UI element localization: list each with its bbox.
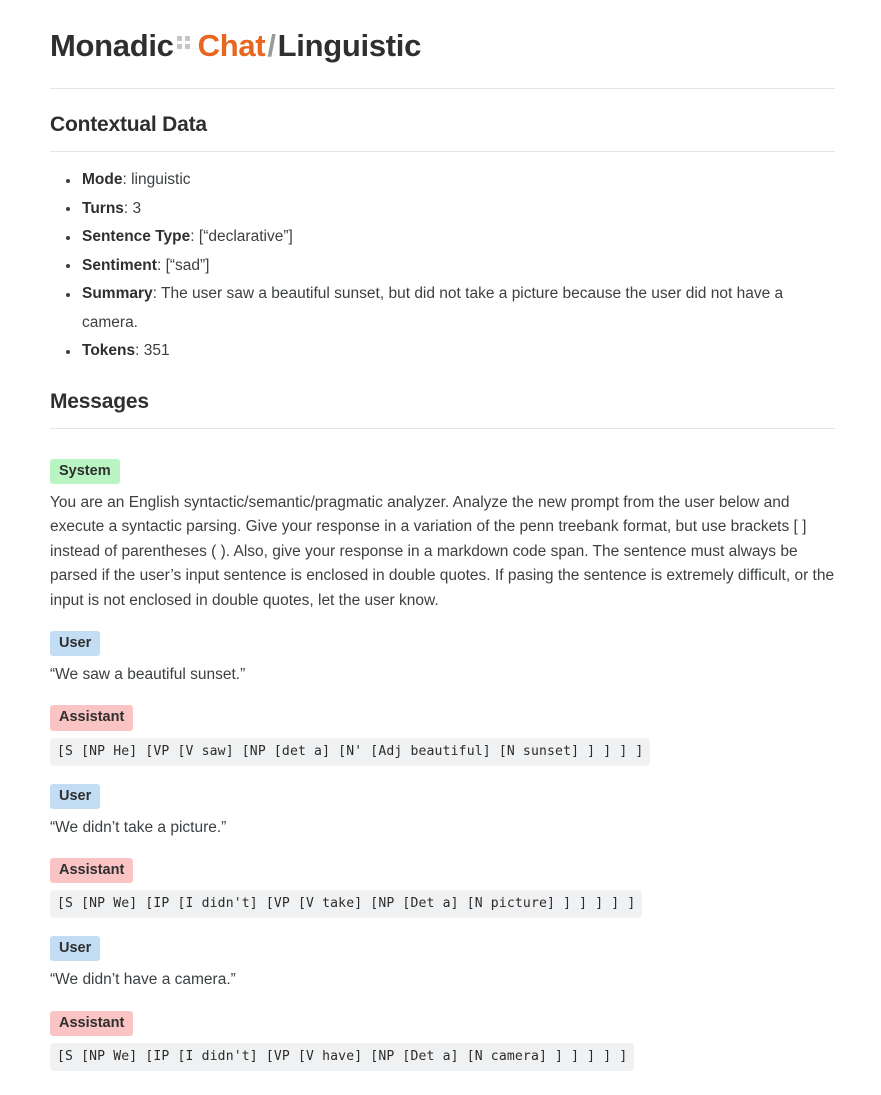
message-user: User “We didn’t have a camera.” xyxy=(50,922,835,993)
list-item: Mode: linguistic xyxy=(66,166,835,195)
message-text: “We saw a beautiful sunset.” xyxy=(50,666,246,684)
role-badge-assistant: Assistant xyxy=(50,1010,134,1036)
list-item-key: Mode xyxy=(82,171,123,189)
list-item: Sentiment: [“sad”] xyxy=(66,252,835,281)
message-code: [S [NP We] [IP [I didn't] [VP [V take] [… xyxy=(50,890,835,919)
title-mode-name: Linguistic xyxy=(277,28,422,63)
message-user: User “We didn’t take a picture.” xyxy=(50,770,835,841)
message-text: “We didn’t take a picture.” xyxy=(50,818,227,836)
message-text: You are an English syntactic/semantic/pr… xyxy=(50,493,835,609)
message-text: “We didn’t have a camera.” xyxy=(50,971,236,989)
list-item: Tokens: 351 xyxy=(66,337,835,366)
message-code: [S [NP He] [VP [V saw] [NP [det a] [N' [… xyxy=(50,737,835,766)
list-item-value: The user saw a beautiful sunset, but did… xyxy=(82,285,784,331)
messages-heading: Messages xyxy=(50,389,149,413)
role-badge-system: System xyxy=(50,458,120,484)
list-item-key: Sentiment xyxy=(82,256,157,274)
list-item-colon: : xyxy=(135,342,144,360)
list-item-colon: : xyxy=(156,256,166,274)
list-item-colon: : xyxy=(190,228,199,246)
contextual-data-list: Mode: linguistic Turns: 3 Sentence Type:… xyxy=(50,166,835,366)
contextual-data-divider xyxy=(50,151,835,153)
message-code: [S [NP We] [IP [I didn't] [VP [V have] [… xyxy=(50,1042,835,1071)
list-item-key: Summary xyxy=(82,285,153,303)
page-container: Monadic Chat/Linguistic Contextual Data M… xyxy=(0,0,881,1095)
message-assistant: Assistant [S [NP He] [VP [V saw] [NP [de… xyxy=(50,691,835,766)
message-assistant: Assistant [S [NP We] [IP [I didn't] [VP … xyxy=(50,844,835,919)
message-assistant: Assistant [S [NP We] [IP [I didn't] [VP … xyxy=(50,997,835,1071)
role-badge-assistant: Assistant xyxy=(50,858,134,884)
parse-code-span: [S [NP We] [IP [I didn't] [VP [V have] [… xyxy=(50,1042,635,1071)
list-item-key: Sentence Type xyxy=(82,228,191,246)
parse-code-span: [S [NP We] [IP [I didn't] [VP [V take] [… xyxy=(50,890,643,919)
role-badge-user: User xyxy=(50,936,101,962)
app-name: Monadic xyxy=(50,28,174,63)
message-system: System You are an English syntactic/sema… xyxy=(50,445,835,613)
title-slash: / xyxy=(267,28,276,63)
title-accent-word: Chat xyxy=(197,28,266,63)
header-divider xyxy=(50,88,835,90)
list-item-value: 3 xyxy=(132,199,142,217)
role-badge-assistant: Assistant xyxy=(50,705,134,731)
role-badge-user: User xyxy=(50,630,101,657)
list-item-value: linguistic xyxy=(131,171,191,189)
list-item-colon: : xyxy=(123,199,133,217)
parse-code-span: [S [NP He] [VP [V saw] [NP [det a] [N' [… xyxy=(50,737,651,766)
list-item: Summary: The user saw a beautiful sunset… xyxy=(66,280,835,337)
page-title: Monadic Chat/Linguistic xyxy=(50,26,835,66)
list-item-value: 351 xyxy=(143,342,170,360)
list-item-colon: : xyxy=(152,285,161,303)
double-colon-dots-icon xyxy=(176,36,192,51)
message-user: User “We saw a beautiful sunset.” xyxy=(50,617,835,688)
list-item-colon: : xyxy=(122,171,132,189)
list-item-value: [“declarative”] xyxy=(198,228,293,246)
messages-list: System You are an English syntactic/sema… xyxy=(50,445,835,1071)
list-item-key: Tokens xyxy=(82,342,136,360)
role-badge-user: User xyxy=(50,783,101,809)
list-item-value: [“sad”] xyxy=(165,256,210,274)
messages-divider xyxy=(50,427,835,429)
list-item-key: Turns xyxy=(82,199,124,217)
list-item: Turns: 3 xyxy=(66,195,835,224)
list-item: Sentence Type: [“declarative”] xyxy=(66,223,835,252)
contextual-data-heading: Contextual Data xyxy=(50,113,207,137)
